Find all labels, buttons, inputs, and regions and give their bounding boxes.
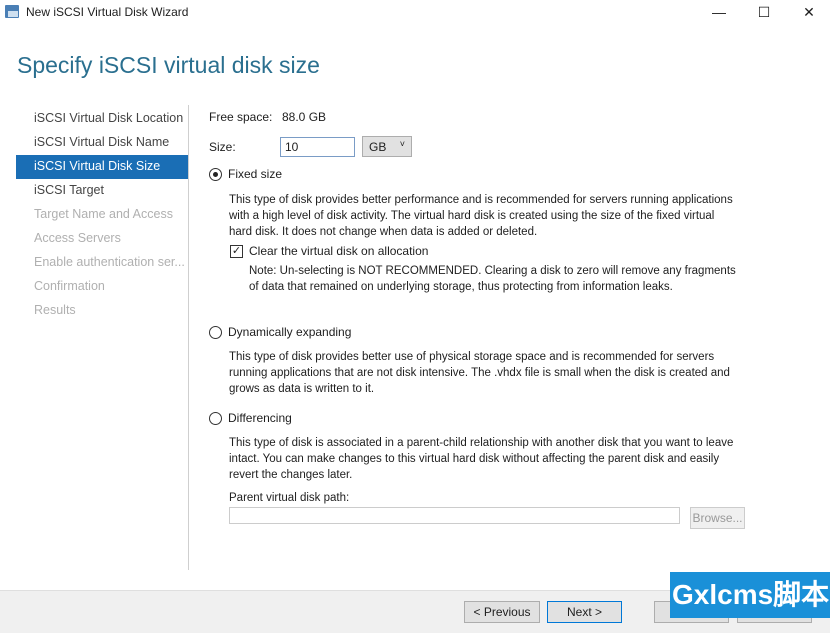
size-input[interactable]: 10: [280, 137, 355, 157]
unit-select[interactable]: GB ˅: [362, 136, 412, 157]
close-button[interactable]: ✕: [786, 0, 830, 26]
clear-disk-note: Note: Un-selecting is NOT RECOMMENDED. C…: [249, 265, 736, 293]
fixed-size-description: This type of disk provides better perfor…: [229, 194, 733, 238]
clear-disk-label[interactable]: Clear the virtual disk on allocation: [249, 244, 428, 258]
clear-disk-checkbox[interactable]: ✓: [230, 245, 243, 258]
browse-button: Browse...: [690, 507, 745, 529]
nav-divider: [188, 105, 189, 570]
parent-path-label: Parent virtual disk path:: [229, 492, 350, 504]
fixed-size-label[interactable]: Fixed size: [228, 167, 282, 181]
differencing-description: This type of disk is associated in a par…: [229, 437, 734, 481]
nav-item-name[interactable]: iSCSI Virtual Disk Name: [16, 131, 188, 155]
size-label: Size:: [209, 140, 236, 154]
differencing-label[interactable]: Differencing: [228, 411, 292, 425]
minimize-button[interactable]: —: [696, 0, 742, 26]
dynamic-description: This type of disk provides better use of…: [229, 351, 730, 395]
maximize-button[interactable]: ☐: [741, 0, 787, 26]
nav-item-authentication: Enable authentication ser...: [34, 255, 185, 269]
parent-path-input: [229, 507, 680, 524]
dynamic-radio[interactable]: [209, 326, 222, 339]
differencing-radio[interactable]: [209, 412, 222, 425]
unit-value: GB: [369, 140, 387, 154]
watermark: Gxlcms脚本: [670, 572, 830, 618]
nav-item-location[interactable]: iSCSI Virtual Disk Location: [16, 107, 188, 131]
free-space-label: Free space:: [209, 110, 273, 124]
nav-item-results: Results: [34, 303, 76, 317]
nav-item-target[interactable]: iSCSI Target: [16, 179, 188, 203]
wizard-nav: iSCSI Virtual Disk Location iSCSI Virtua…: [16, 107, 188, 323]
nav-item-confirmation: Confirmation: [34, 279, 105, 293]
page-title: Specify iSCSI virtual disk size: [17, 52, 320, 78]
next-button[interactable]: Next >: [547, 601, 622, 623]
previous-button[interactable]: < Previous: [464, 601, 540, 623]
title-bar: New iSCSI Virtual Disk Wizard — ☐ ✕: [0, 0, 830, 26]
nav-item-size[interactable]: iSCSI Virtual Disk Size: [16, 155, 188, 179]
nav-item-target-name: Target Name and Access: [34, 207, 173, 221]
fixed-size-radio[interactable]: [209, 168, 222, 181]
chevron-down-icon: ˅: [399, 139, 405, 149]
nav-item-access-servers: Access Servers: [34, 231, 121, 245]
dynamic-label[interactable]: Dynamically expanding: [228, 325, 351, 339]
app-icon: [5, 5, 19, 18]
free-space-value: 88.0 GB: [282, 110, 327, 124]
window-title: New iSCSI Virtual Disk Wizard: [26, 5, 189, 19]
